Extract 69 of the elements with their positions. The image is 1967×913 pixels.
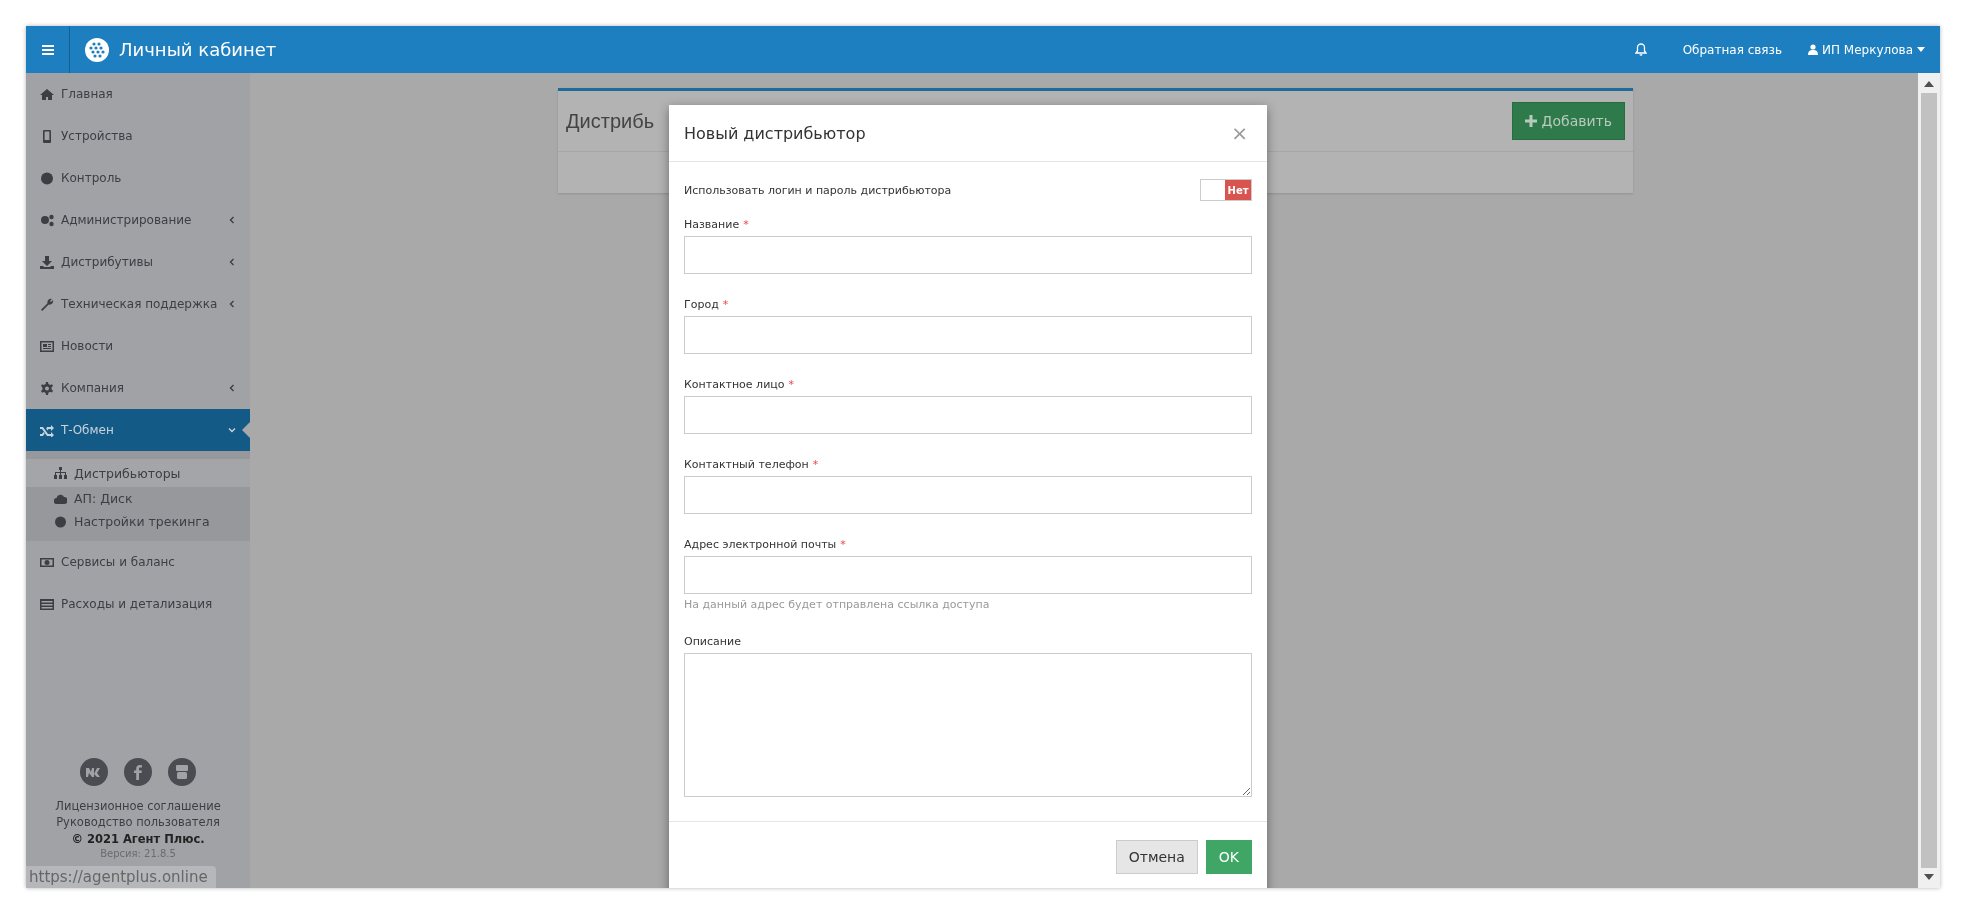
modal-title: Новый дистрибьютор xyxy=(684,123,866,143)
logo-icon xyxy=(85,37,109,62)
feedback-link[interactable]: Обратная связь xyxy=(1682,42,1783,57)
cloud-icon xyxy=(54,492,67,505)
download-icon xyxy=(40,255,54,269)
gear-icon xyxy=(40,381,54,395)
submenu-item[interactable]: Дистрибьюторы xyxy=(26,459,250,487)
sidebar-item[interactable]: Главная xyxy=(26,73,250,115)
sidebar-item[interactable]: Компания xyxy=(26,367,250,409)
toggle-label: Использовать логин и пароль дистрибьютора xyxy=(684,183,952,197)
sidebar-item[interactable]: Контроль xyxy=(26,157,250,199)
menu-icon xyxy=(41,44,54,55)
required-mark: * xyxy=(743,218,749,231)
toggle-switch[interactable]: Нет xyxy=(1200,179,1252,201)
field-label: Контактный телефон xyxy=(684,458,809,471)
notification-bell-icon[interactable] xyxy=(1634,43,1647,56)
copyright-text: © 2021 Агент Плюс. xyxy=(71,831,205,848)
phone-icon xyxy=(40,129,54,143)
input-field[interactable] xyxy=(684,396,1252,434)
status-url: https://agentplus.online xyxy=(26,866,216,888)
required-mark: * xyxy=(812,458,819,471)
scroll-down-icon[interactable] xyxy=(1924,874,1934,880)
input-field[interactable] xyxy=(684,316,1252,354)
sidebar-item[interactable]: Дистрибутивы xyxy=(26,241,250,283)
close-button[interactable]: × xyxy=(1227,121,1252,145)
field-label: Адрес электронной почты xyxy=(684,538,837,551)
sidebar-item[interactable]: Сервисы и баланс xyxy=(26,541,250,583)
sidebar-item[interactable]: Т-Обмен xyxy=(26,409,250,451)
user-icon xyxy=(1808,44,1819,55)
submenu-item[interactable]: Настройки трекинга xyxy=(26,510,250,533)
facebook-icon[interactable] xyxy=(124,758,152,786)
input-field[interactable] xyxy=(684,556,1252,594)
wrench-icon xyxy=(40,297,54,311)
news-icon xyxy=(40,339,54,353)
sidebar-item[interactable]: Новости xyxy=(26,325,250,367)
sidebar-item[interactable]: Расходы и детализация xyxy=(26,583,250,625)
input-field[interactable] xyxy=(684,236,1252,274)
field-label: Город xyxy=(684,298,719,311)
required-mark: * xyxy=(840,538,846,551)
submenu-item[interactable]: АП: Диск xyxy=(26,487,250,510)
sidebar-item[interactable]: Техническая поддержка xyxy=(26,283,250,325)
scroll-up-icon[interactable] xyxy=(1924,81,1934,87)
list-icon xyxy=(40,597,54,611)
add-button[interactable]: Добавить xyxy=(1511,102,1625,140)
footer-link[interactable]: Руководство пользователя xyxy=(56,814,220,830)
textarea-field[interactable] xyxy=(684,653,1252,797)
caret-icon xyxy=(1917,47,1925,52)
field-label: Контактное лицо xyxy=(684,378,785,391)
shuffle-icon xyxy=(40,423,54,437)
scrollbar[interactable] xyxy=(1918,73,1940,888)
footer-link[interactable]: Лицензионное соглашение xyxy=(55,798,221,814)
ok-button[interactable]: OK xyxy=(1205,840,1252,874)
cancel-button[interactable]: Отмена xyxy=(1115,840,1198,874)
page-title: Дистрибь xyxy=(566,109,655,133)
app-title: Личный кабинет xyxy=(119,39,277,60)
required-mark: * xyxy=(722,298,729,311)
sitemap-icon xyxy=(54,467,67,479)
plus-icon xyxy=(1524,115,1537,127)
input-field[interactable] xyxy=(684,476,1252,514)
field-label: Описание xyxy=(684,635,741,648)
home-icon xyxy=(40,87,54,101)
help-text: На данный адрес будет отправлена ссылка доступа xyxy=(684,598,991,611)
required-mark: * xyxy=(788,378,794,391)
field-label: Название xyxy=(684,218,740,231)
vk-icon[interactable] xyxy=(80,758,108,786)
sidebar-item[interactable]: Устройства xyxy=(26,115,250,157)
sidebar-item[interactable]: Администрирование xyxy=(26,199,250,241)
money-icon xyxy=(40,555,54,569)
user-menu[interactable]: ИП Меркулова xyxy=(1808,42,1925,57)
